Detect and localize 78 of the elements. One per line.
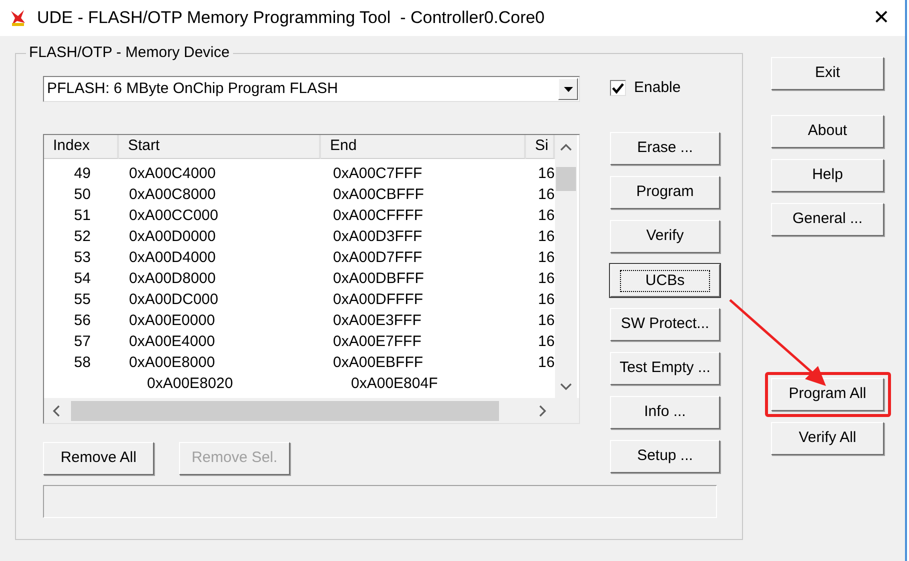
group-title: FLASH/OTP - Memory Device — [26, 44, 233, 62]
table-cell-text: 0xA00DBFFF — [333, 269, 424, 289]
table-cell-text: 0xA00DFFFF — [333, 290, 424, 310]
caret-icon — [564, 86, 572, 92]
table-cell-text: 51 — [74, 206, 91, 226]
side-button[interactable]: About — [771, 115, 884, 148]
table-cell-text: 0xA00DC000 — [129, 290, 218, 310]
side-button[interactable]: General ... — [771, 203, 884, 236]
action-button[interactable]: Verify — [610, 220, 720, 253]
side-button[interactable]: Verify All — [771, 422, 884, 455]
table-cell-text: 0xA00D4000 — [129, 248, 216, 268]
table-cell-text: 50 — [74, 185, 91, 205]
dropdown-value: PFLASH: 6 MByte OnChip Program FLASH — [46, 78, 338, 99]
side-button[interactable]: Program All — [771, 378, 884, 411]
scroll-thumb[interactable] — [556, 167, 576, 191]
horizontal-scrollbar[interactable] — [44, 398, 579, 423]
table-cell-text: 0xA00CC000 — [129, 206, 218, 226]
dropdown-arrow-button[interactable] — [558, 78, 578, 100]
enable-checkbox[interactable] — [610, 80, 626, 96]
table-cell-text: 0xA00D0000 — [129, 227, 216, 247]
table-cell-text: 56 — [74, 311, 91, 331]
table-cell-text: 0xA00E7FFF — [333, 332, 422, 352]
table-cell-text: 16 — [538, 248, 555, 268]
action-button[interactable]: SW Protect... — [610, 308, 720, 341]
table-cell-text: 0xA00C8000 — [129, 185, 216, 205]
table-cell-text: 16 — [538, 185, 555, 205]
column-header[interactable]: End — [321, 135, 526, 159]
table-cell-text: 16 — [538, 353, 555, 373]
table-cell-text: 0xA00E8000 — [129, 353, 215, 373]
scroll-left-icon[interactable] — [52, 404, 60, 416]
table-cell-text: 16 — [538, 311, 555, 331]
table-cell-text: 53 — [74, 248, 91, 268]
table-cell-text: 16 — [538, 206, 555, 226]
table-cell-text: 0xA00C7FFF — [333, 164, 422, 184]
checkbox-label: Enable — [634, 78, 681, 98]
column-header[interactable]: Index — [44, 135, 119, 159]
app-logo-icon — [9, 9, 27, 27]
list-button[interactable]: Remove All — [43, 442, 154, 475]
action-button[interactable]: Setup ... — [610, 440, 720, 473]
table-cell-text: 0xA00EBFFF — [333, 353, 424, 373]
table-cell-text: 54 — [74, 269, 91, 289]
scroll-down-icon[interactable] — [560, 383, 572, 391]
table-cell-text: 16 — [538, 164, 555, 184]
vertical-scrollbar[interactable] — [555, 135, 577, 398]
device-dropdown[interactable]: PFLASH: 6 MByte OnChip Program FLASH — [43, 76, 580, 102]
table-cell-text: 0xA00CFFFF — [333, 206, 424, 226]
table-cell-text: 52 — [74, 227, 91, 247]
table-cell-text: 0xA00E4000 — [129, 332, 215, 352]
close-button[interactable]: ✕ — [873, 8, 890, 28]
action-button[interactable]: Program — [610, 176, 720, 209]
table-cell-text: 0xA00E804F — [351, 374, 438, 394]
action-button[interactable]: Info ... — [610, 396, 720, 429]
table-cell-text: 0xA00D3FFF — [333, 227, 422, 247]
table-cell-text: 16 — [538, 269, 555, 289]
table-cell-text: 16 — [538, 227, 555, 247]
action-button[interactable]: UCBs — [610, 264, 720, 297]
table-cell-text: 0xA00D8000 — [129, 269, 216, 289]
scroll-up-icon[interactable] — [560, 143, 572, 151]
table-cell-text: 57 — [74, 332, 91, 352]
window-title: UDE - FLASH/OTP Memory Programming Tool - Controller0.Core0 — [37, 7, 545, 30]
scroll-right-icon[interactable] — [539, 404, 547, 416]
action-button[interactable]: Test Empty ... — [610, 352, 720, 385]
table-cell-text: 0xA00E3FFF — [333, 311, 422, 331]
table-cell-text: 0xA00D7FFF — [333, 248, 422, 268]
action-button[interactable]: Erase ... — [610, 132, 720, 165]
scroll-thumb[interactable] — [71, 400, 499, 420]
table-cell-text: 16 — [538, 332, 555, 352]
side-button[interactable]: Help — [771, 159, 884, 192]
table-cell-text: 0xA00C4000 — [129, 164, 216, 184]
table-cell-text: 55 — [74, 290, 91, 310]
table-cell-text: 0xA00E0000 — [129, 311, 215, 331]
table-cell-text: 0xA00E8020 — [147, 374, 233, 394]
column-header[interactable]: Start — [119, 135, 321, 159]
side-button[interactable]: Exit — [771, 57, 884, 90]
table-cell-text: 58 — [74, 353, 91, 373]
table-cell-text: 49 — [74, 164, 91, 184]
table-cell-text: 16 — [538, 290, 555, 310]
table-cell-text: 0xA00CBFFF — [333, 185, 424, 205]
